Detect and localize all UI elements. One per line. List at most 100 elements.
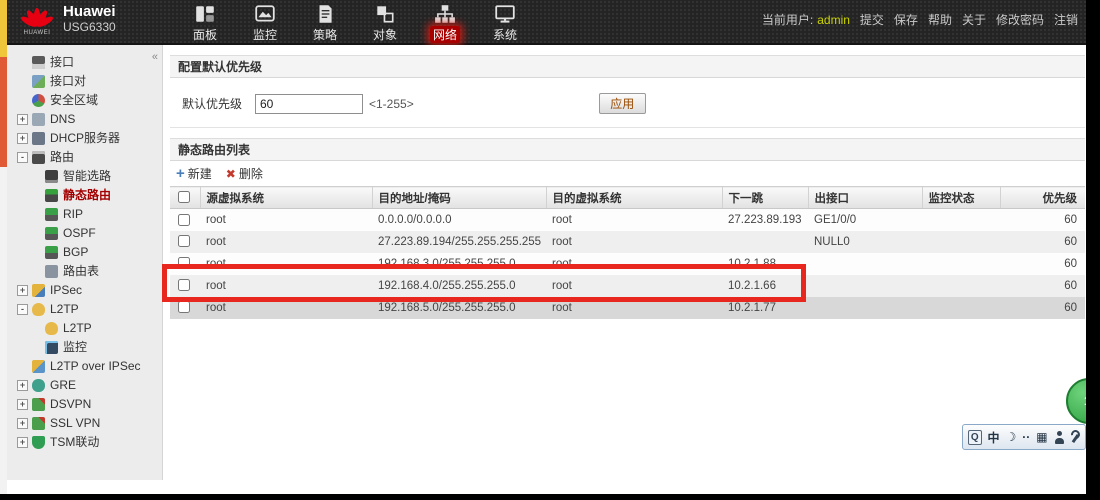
ime-language-mode[interactable]: 中 [988,429,1000,446]
brand-text: Huawei USG6330 [63,4,116,34]
expand-icon[interactable]: + [17,285,28,296]
link-save[interactable]: 保存 [894,11,918,28]
sidebar-item-ospf[interactable]: OSPF [7,224,162,243]
sidebar-item-bgp[interactable]: BGP [7,243,162,262]
user-lexicon-icon[interactable] [1054,431,1064,444]
default-priority-label: 默认优先级 [182,95,255,112]
ospf-icon [45,227,58,240]
sidebar-collapse-icon[interactable]: « [152,51,158,63]
security-zone-icon [32,94,45,107]
link-change-password[interactable]: 修改密码 [996,11,1044,28]
dhcp-icon [32,132,45,145]
sidebar-item-interface-pair[interactable]: 接口对 [7,72,162,91]
tab-network[interactable]: 网络 [423,3,467,43]
sidebar-item-interface[interactable]: 接口 [7,53,162,72]
ime-logo-icon[interactable]: Q [968,430,982,445]
plus-icon: + [176,165,185,182]
row-checkbox[interactable] [178,279,190,291]
sidebar-item-l2tp[interactable]: -L2TP [7,300,162,319]
route-row-0[interactable]: root 0.0.0.0/0.0.0.0 root 27.223.89.193 … [170,209,1085,231]
apply-button[interactable]: 应用 [599,93,646,114]
sidebar-item-routing-table[interactable]: 路由表 [7,262,162,281]
sidebar-item-dhcp-server[interactable]: +DHCP服务器 [7,129,162,148]
ime-toolbar: Q 中 ☽ ·· ▦ [962,424,1086,450]
link-commit[interactable]: 提交 [860,11,884,28]
tab-label: 面板 [190,26,220,43]
link-logout[interactable]: 注销 [1054,11,1078,28]
default-priority-input[interactable] [255,94,363,114]
tab-dashboard[interactable]: 面板 [183,3,227,43]
row-checkbox[interactable] [178,301,190,313]
sidebar-item-l2tp-monitor[interactable]: 监控 [7,338,162,357]
main-nav: 面板 监控 策略 对象 [183,3,543,43]
expand-icon[interactable]: + [17,133,28,144]
route-row-2[interactable]: root 192.168.3.0/255.255.255.0 root 10.2… [170,253,1085,275]
panel-title: 配置默认优先级 [170,55,1085,78]
expand-icon[interactable]: + [17,380,28,391]
expand-icon[interactable]: + [17,437,28,448]
interface-icon [32,56,45,69]
smart-routing-icon [45,170,58,183]
select-all-checkbox[interactable] [178,191,190,203]
link-about[interactable]: 关于 [962,11,986,28]
row-checkbox[interactable] [178,214,190,226]
row-checkbox[interactable] [178,235,190,247]
expand-icon[interactable]: + [17,418,28,429]
user-bar: 当前用户: admin 提交 保存 帮助 关于 修改密码 注销 [762,11,1078,28]
default-priority-panel: 配置默认优先级 默认优先级 <1-255> 应用 [170,55,1085,128]
col-next-hop: 下一跳 [722,187,808,209]
background-window-edge-orange [0,57,7,167]
sidebar-item-l2tp-over-ipsec[interactable]: L2TP over IPSec [7,357,162,376]
background-window-edge-light [0,167,7,494]
col-priority: 优先级 [1000,187,1085,209]
top-bar: HUAWEI Huawei USG6330 面板 [7,0,1086,45]
half-full-width-icon[interactable]: ☽ [1006,430,1017,444]
tab-system[interactable]: 系统 [483,3,527,43]
dashboard-icon [183,3,227,25]
network-icon [423,3,467,25]
sidebar-item-routing[interactable]: -路由 [7,148,162,167]
punctuation-icon[interactable]: ·· [1022,430,1030,444]
sidebar-item-tsm[interactable]: +TSM联动 [7,433,162,452]
dsvpn-icon [32,398,45,411]
collapse-icon[interactable]: - [17,152,28,163]
route-row-3-highlighted[interactable]: root 192.168.4.0/255.255.255.0 root 10.2… [170,275,1085,297]
collapse-icon[interactable]: - [17,304,28,315]
soft-keyboard-icon[interactable]: ▦ [1036,430,1047,444]
sidebar-item-dns[interactable]: +DNS [7,110,162,129]
tab-object[interactable]: 对象 [363,3,407,43]
sidebar-item-gre[interactable]: +GRE [7,376,162,395]
policy-icon [303,3,347,25]
sidebar-item-l2tp-child[interactable]: L2TP [7,319,162,338]
tab-policy[interactable]: 策略 [303,3,347,43]
table-toolbar: + 新建 ✖ 删除 [170,161,1085,186]
route-row-4[interactable]: root 192.168.5.0/255.255.255.0 root 10.2… [170,297,1085,319]
new-button[interactable]: + 新建 [176,165,212,182]
sidebar-item-dsvpn[interactable]: +DSVPN [7,395,162,414]
link-help[interactable]: 帮助 [928,11,952,28]
static-route-panel: 静态路由列表 + 新建 ✖ 删除 [170,138,1085,319]
route-row-1[interactable]: root 27.223.89.194/255.255.255.255 root … [170,231,1085,253]
tab-label: 系统 [490,26,520,43]
expand-icon[interactable]: + [17,114,28,125]
sidebar-item-static-routing[interactable]: 静态路由 [7,186,162,205]
sidebar-item-security-zone[interactable]: 安全区域 [7,91,162,110]
expand-icon[interactable]: + [17,399,28,410]
sidebar-item-ipsec[interactable]: +IPSec [7,281,162,300]
col-dst-vsys: 目的虚拟系统 [546,187,722,209]
tab-label: 对象 [370,26,400,43]
huawei-logo-word: HUAWEI [17,30,57,36]
tab-monitor[interactable]: 监控 [243,3,287,43]
ime-settings-icon[interactable] [1069,430,1080,444]
sidebar-item-ssl-vpn[interactable]: +SSL VPN [7,414,162,433]
sidebar-item-smart-routing[interactable]: 智能选路 [7,167,162,186]
range-hint: <1-255> [369,97,414,111]
col-dest-mask: 目的地址/掩码 [372,187,546,209]
rip-icon [45,208,58,221]
sidebar-nav-tree: « 接口 接口对 安全区域 +DNS +DHCP服务器 -路由 智能选路 静态路… [7,45,163,480]
tab-label: 网络 [430,26,460,43]
row-checkbox[interactable] [178,257,190,269]
delete-button[interactable]: ✖ 删除 [226,165,263,182]
screen-edge-right [1086,0,1100,500]
sidebar-item-rip[interactable]: RIP [7,205,162,224]
